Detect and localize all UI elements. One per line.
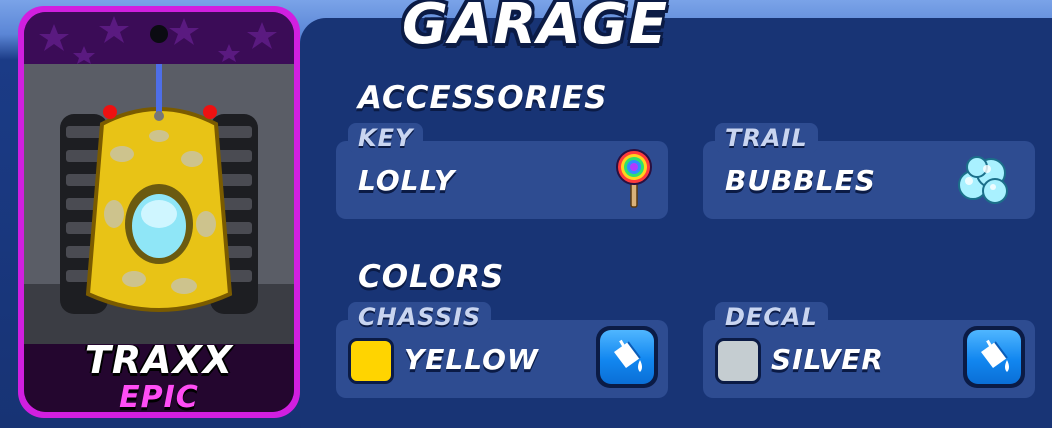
vehicle-image xyxy=(24,64,294,344)
decal-slot[interactable]: DECAL SILVER xyxy=(703,302,1035,398)
garage-screen: GARAGE TRAXX EPIC ACCESSORIES KEY LOLLY … xyxy=(0,0,1052,428)
key-label: KEY xyxy=(348,123,424,153)
bubbles-icon xyxy=(958,156,1008,204)
vehicle-card[interactable]: TRAXX EPIC xyxy=(18,6,300,418)
vehicle-card-inner: TRAXX EPIC xyxy=(24,12,294,412)
decal-paint-button[interactable] xyxy=(963,326,1025,388)
key-slot[interactable]: KEY LOLLY xyxy=(336,123,668,219)
vehicle-rarity: EPIC xyxy=(119,380,199,412)
card-header-stars xyxy=(24,12,294,64)
stars-pattern-icon xyxy=(39,16,277,64)
paint-bucket-icon xyxy=(981,339,1009,372)
trail-value: BUBBLES xyxy=(725,164,876,197)
trail-slot[interactable]: TRAIL BUBBLES xyxy=(703,123,1035,219)
chassis-color-swatch xyxy=(348,338,394,384)
lollipop-icon xyxy=(616,149,652,208)
chassis-label: CHASSIS xyxy=(348,302,492,332)
chassis-slot[interactable]: CHASSIS YELLOW xyxy=(336,302,668,398)
colors-heading: COLORS xyxy=(358,259,505,295)
page-title: GARAGE xyxy=(402,0,668,57)
trail-label: TRAIL xyxy=(715,123,818,153)
decal-color-swatch xyxy=(715,338,761,384)
paint-bucket-icon xyxy=(614,339,642,372)
accessories-heading: ACCESSORIES xyxy=(358,80,608,116)
vehicle-name: TRAXX xyxy=(84,338,234,382)
decal-value: SILVER xyxy=(771,343,884,376)
tank-vehicle-icon xyxy=(24,64,294,344)
chassis-value: YELLOW xyxy=(404,343,539,376)
key-value: LOLLY xyxy=(358,164,456,197)
chassis-paint-button[interactable] xyxy=(596,326,658,388)
decal-label: DECAL xyxy=(715,302,828,332)
